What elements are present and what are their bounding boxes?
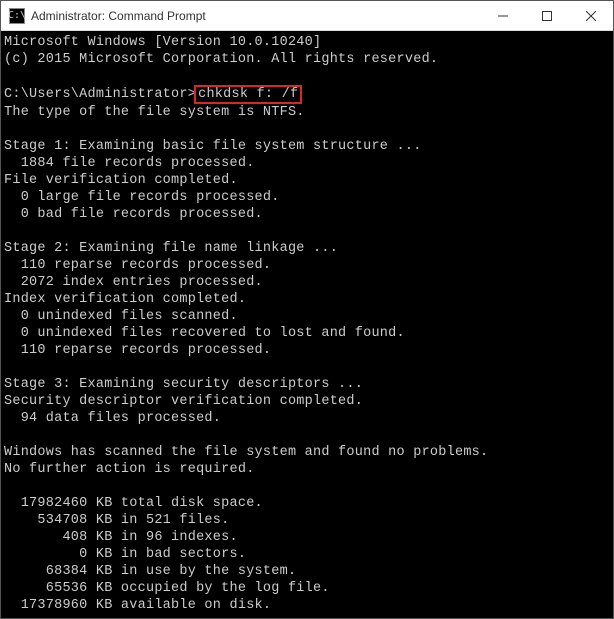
- disk-stat: 408 KB in 96 indexes.: [4, 530, 238, 545]
- disk-stat: 65536 KB occupied by the log file.: [4, 581, 330, 596]
- disk-stat: 534708 KB in 521 files.: [4, 513, 230, 528]
- stage1-line: 0 bad file records processed.: [4, 207, 263, 222]
- close-button[interactable]: [569, 1, 613, 30]
- stage3-line: Security descriptor verification complet…: [4, 394, 363, 409]
- stage2-line: 0 unindexed files recovered to lost and …: [4, 326, 405, 341]
- stage2-line: Index verification completed.: [4, 292, 246, 307]
- fs-type-line: The type of the file system is NTFS.: [4, 105, 305, 120]
- prompt-prefix: C:\Users\Administrator>: [4, 87, 196, 102]
- stage1-line: 0 large file records processed.: [4, 190, 280, 205]
- stage1-line: File verification completed.: [4, 173, 238, 188]
- stage2-line: 110 reparse records processed.: [4, 258, 271, 273]
- stage2-title: Stage 2: Examining file name linkage ...: [4, 241, 338, 256]
- stage3-title: Stage 3: Examining security descriptors …: [4, 377, 363, 392]
- minimize-button[interactable]: [481, 1, 525, 30]
- highlighted-command: chkdsk f: /f: [194, 85, 302, 104]
- terminal-output[interactable]: Microsoft Windows [Version 10.0.10240] (…: [1, 31, 613, 618]
- stage2-line: 0 unindexed files scanned.: [4, 309, 238, 324]
- stage3-line: 94 data files processed.: [4, 411, 221, 426]
- summary-line: Windows has scanned the file system and …: [4, 445, 488, 460]
- copyright-line: (c) 2015 Microsoft Corporation. All righ…: [4, 52, 438, 67]
- disk-stat: 0 KB in bad sectors.: [4, 547, 246, 562]
- cmd-icon: C:\: [9, 8, 25, 24]
- disk-stat: 17982460 KB total disk space.: [4, 496, 263, 511]
- titlebar: C:\ Administrator: Command Prompt: [1, 1, 613, 31]
- disk-stat: 68384 KB in use by the system.: [4, 564, 296, 579]
- stage2-line: 2072 index entries processed.: [4, 275, 263, 290]
- window-controls: [481, 1, 613, 30]
- stage1-title: Stage 1: Examining basic file system str…: [4, 139, 422, 154]
- summary-line: No further action is required.: [4, 462, 255, 477]
- version-line: Microsoft Windows [Version 10.0.10240]: [4, 35, 321, 50]
- stage2-line: 110 reparse records processed.: [4, 343, 271, 358]
- maximize-button[interactable]: [525, 1, 569, 30]
- command-prompt-window: C:\ Administrator: Command Prompt Micros…: [0, 0, 614, 619]
- stage1-line: 1884 file records processed.: [4, 156, 255, 171]
- window-title: Administrator: Command Prompt: [31, 9, 481, 23]
- disk-stat: 17378960 KB available on disk.: [4, 598, 271, 613]
